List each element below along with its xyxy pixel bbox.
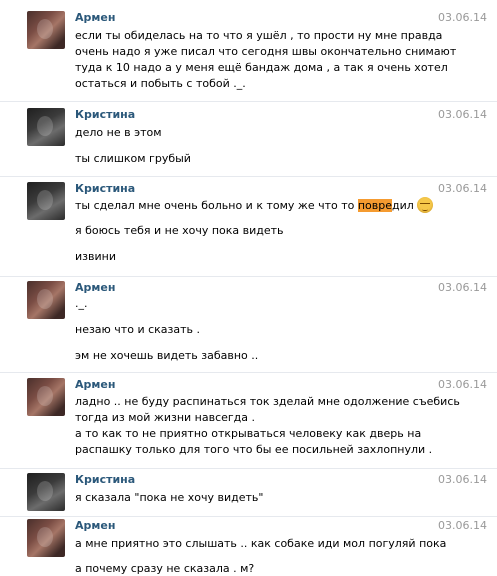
message-text: дело не в этом	[75, 126, 162, 139]
avatar[interactable]	[27, 281, 65, 319]
message-group: Армен 03.06.14 если ты обиделась на то ч…	[0, 0, 497, 101]
text-after: дил	[392, 199, 414, 212]
avatar[interactable]	[27, 108, 65, 146]
avatar[interactable]	[27, 473, 65, 511]
message-text: распашку только для того что бы ее посил…	[75, 443, 433, 456]
message-text: я сказала "пока не хочу видеть"	[75, 491, 264, 504]
message-date: 03.06.14	[438, 519, 487, 532]
message-list: Армен 03.06.14 если ты обиделась на то ч…	[0, 0, 497, 575]
message-text: а то как то не приятно открываться челов…	[75, 427, 422, 440]
avatar[interactable]	[27, 182, 65, 220]
author-name[interactable]: Армен	[75, 281, 115, 294]
author-name[interactable]: Армен	[75, 378, 115, 391]
avatar[interactable]	[27, 519, 65, 557]
message-date: 03.06.14	[438, 182, 487, 195]
author-name[interactable]: Кристина	[75, 473, 135, 486]
author-name[interactable]: Армен	[75, 519, 115, 532]
avatar[interactable]	[27, 378, 65, 416]
message-text: ты слишком грубый	[75, 152, 191, 165]
message-text: ._.	[75, 297, 88, 310]
message-text: а почему сразу не сказала . м?	[75, 562, 255, 575]
search-highlight: повре	[357, 199, 393, 212]
message-text: я боюсь тебя и не хочу пока видеть	[75, 224, 284, 237]
author-name[interactable]: Армен	[75, 11, 115, 24]
text-before: ты сделал мне очень больно и к тому же ч…	[75, 199, 358, 212]
message-date: 03.06.14	[438, 11, 487, 24]
message-group: Армен 03.06.14 ._. незаю что и сказать .…	[0, 276, 497, 372]
pensive-face-emoji-icon	[416, 197, 433, 213]
message-text: эм не хочешь видеть забавно ..	[75, 349, 259, 362]
message-text: незаю что и сказать .	[75, 323, 200, 336]
message-group: Кристина 03.06.14 ты сделал мне очень бо…	[0, 176, 497, 276]
message-text: а мне приятно это слышать .. как собаке …	[75, 537, 447, 550]
message-text: ты сделал мне очень больно и к тому же ч…	[75, 197, 435, 213]
author-name[interactable]: Кристина	[75, 182, 135, 195]
author-name[interactable]: Кристина	[75, 108, 135, 121]
avatar[interactable]	[27, 11, 65, 49]
message-text: очень надо я уже писал что сегодня швы о…	[75, 45, 457, 58]
message-text: туда к 10 надо а у меня ещё бандаж дома …	[75, 61, 448, 74]
message-date: 03.06.14	[438, 281, 487, 294]
message-date: 03.06.14	[438, 473, 487, 486]
message-date: 03.06.14	[438, 108, 487, 121]
message-text: тогда из мой жизни навсегда .	[75, 411, 256, 424]
message-text: извини	[75, 250, 116, 263]
message-group: Кристина 03.06.14 я сказала "пока не хоч…	[0, 468, 497, 516]
message-group: Кристина 03.06.14 дело не в этом ты слиш…	[0, 101, 497, 176]
message-date: 03.06.14	[438, 378, 487, 391]
message-text: если ты обиделась на то что я ушёл , то …	[75, 29, 443, 42]
message-group: Армен 03.06.14 ладно .. не буду распинат…	[0, 372, 497, 468]
message-text: ладно .. не буду распинаться ток зделай …	[75, 395, 460, 408]
message-text: остаться и побыть с тобой ._.	[75, 77, 246, 90]
message-group: Армен 03.06.14 а мне приятно это слышать…	[0, 516, 497, 575]
